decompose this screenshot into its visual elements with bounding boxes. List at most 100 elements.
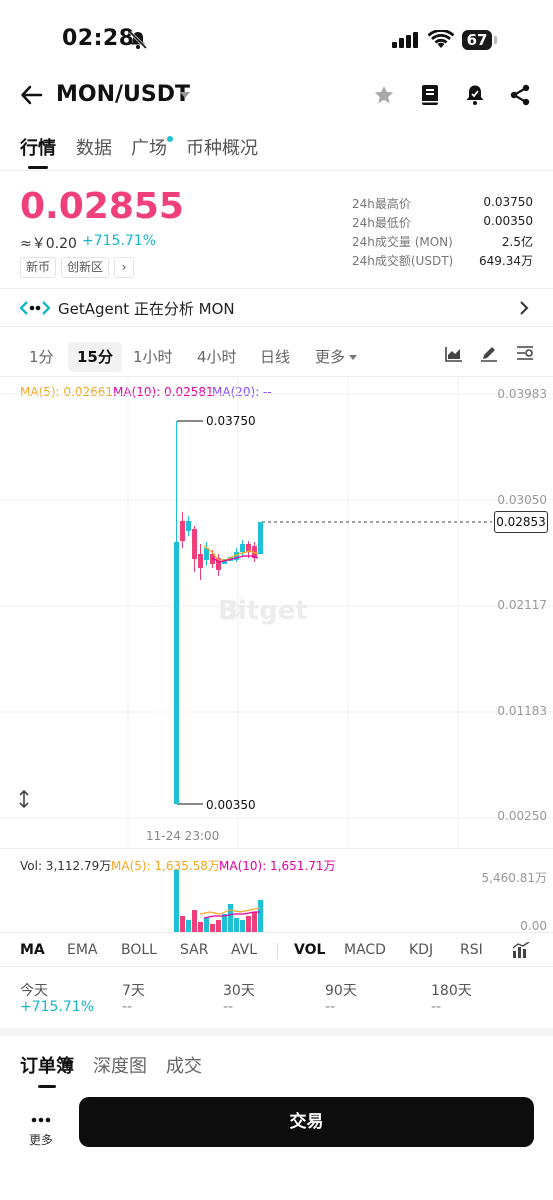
indicator-vol[interactable]: VOL xyxy=(294,942,325,958)
indicator-ema[interactable]: EMA xyxy=(67,942,98,958)
price-axis-label: 0.01183 xyxy=(497,704,547,718)
pair-selector[interactable]: MON/USDT xyxy=(56,82,190,107)
indicator-kdj[interactable]: KDJ xyxy=(409,942,433,958)
tab-coin-overview[interactable]: 币种概况 xyxy=(186,134,258,160)
getagent-link[interactable]: GetAgent 正在分析 MON xyxy=(58,298,235,319)
section-separator xyxy=(0,1028,553,1036)
price-axis-label: 0.02117 xyxy=(497,598,547,612)
draw-tool-icon[interactable] xyxy=(480,344,498,366)
chart-settings-icon[interactable] xyxy=(516,345,534,365)
chevron-right-icon[interactable]: › xyxy=(114,257,134,278)
candle xyxy=(240,544,245,552)
bottom-tab-underline xyxy=(38,1085,56,1088)
volume-bar xyxy=(234,918,239,932)
tab-trades[interactable]: 成交 xyxy=(166,1052,202,1078)
wifi-icon xyxy=(427,29,455,54)
back-arrow-icon[interactable] xyxy=(20,83,44,111)
interval-1h[interactable]: 1小时 xyxy=(133,342,173,372)
more-dots-icon[interactable] xyxy=(31,1108,51,1127)
volume-bar xyxy=(204,918,209,932)
chevron-down-icon[interactable] xyxy=(180,92,190,98)
high-annotation: 0.03750 xyxy=(206,414,256,428)
notification-dot xyxy=(167,136,173,142)
volume-bar xyxy=(174,870,179,932)
tab-data[interactable]: 数据 xyxy=(76,134,112,160)
stat-label-volume: 24h成交量 (MON) xyxy=(352,235,453,249)
volume-bar xyxy=(258,900,263,932)
getagent-logo-icon xyxy=(19,300,51,320)
stat-value-low: 0.00350 xyxy=(483,214,533,228)
divider xyxy=(0,326,553,327)
tab-market[interactable]: 行情 xyxy=(20,134,56,160)
divider xyxy=(0,848,553,849)
expand-vertical-icon[interactable] xyxy=(16,789,32,812)
bell-off-icon xyxy=(128,30,148,54)
trade-button[interactable]: 交易 xyxy=(79,1097,534,1147)
indicator-boll[interactable]: BOLL xyxy=(121,942,157,958)
chevron-down-icon[interactable] xyxy=(349,355,357,360)
volume-bar xyxy=(186,920,191,932)
interval-4h[interactable]: 4小时 xyxy=(197,342,237,372)
indicator-sar[interactable]: SAR xyxy=(180,942,208,958)
interval-1d[interactable]: 日线 xyxy=(260,342,290,372)
indicator-ma[interactable]: MA xyxy=(20,942,45,958)
interval-more[interactable]: 更多 xyxy=(315,342,345,372)
perf-label-today: 今天 xyxy=(20,983,48,999)
star-icon[interactable] xyxy=(373,84,395,110)
interval-15m[interactable]: 15分 xyxy=(68,342,122,372)
candle xyxy=(198,554,203,568)
perf-value-today: +715.71% xyxy=(20,999,95,1015)
indicator-separator xyxy=(277,943,278,959)
tab-order-book[interactable]: 订单簿 xyxy=(20,1052,74,1078)
volume-bar xyxy=(192,910,197,932)
stat-label-turnover: 24h成交额(USDT) xyxy=(352,254,454,268)
perf-label-180d: 180天 xyxy=(431,983,472,999)
perf-value-180d: -- xyxy=(431,999,442,1015)
tab-square[interactable]: 广场 xyxy=(131,134,167,160)
chevron-right-icon[interactable] xyxy=(518,300,530,319)
indicator-macd[interactable]: MACD xyxy=(344,942,386,958)
stat-value-high: 0.03750 xyxy=(483,195,533,209)
alert-bell-icon[interactable] xyxy=(464,84,486,110)
interval-1m[interactable]: 1分 xyxy=(29,342,54,372)
stat-value-turnover: 649.34万 xyxy=(479,254,533,268)
stat-value-volume: 2.5亿 xyxy=(501,235,533,249)
change-percent: +715.71% xyxy=(82,233,157,249)
stat-label-high: 24h最高价 xyxy=(352,197,411,211)
tab-underline xyxy=(28,166,48,169)
perf-value-7d: -- xyxy=(122,999,133,1015)
divider xyxy=(0,288,553,289)
time-axis-label: 11-24 23:00 xyxy=(146,829,220,843)
perf-label-30d: 30天 xyxy=(223,983,255,999)
tab-depth-chart[interactable]: 深度图 xyxy=(93,1052,147,1078)
chart-type-icon[interactable] xyxy=(445,346,463,366)
volume-chart xyxy=(174,870,263,932)
volume-bar xyxy=(210,924,215,932)
divider xyxy=(0,932,553,933)
last-price: 0.02855 xyxy=(20,186,184,227)
book-icon[interactable] xyxy=(419,84,441,110)
status-time: 02:28 xyxy=(62,26,135,51)
more-label[interactable]: 更多 xyxy=(29,1131,53,1148)
indicator-avl[interactable]: AVL xyxy=(231,942,257,958)
candle xyxy=(258,522,263,554)
battery-indicator: 67 xyxy=(462,30,492,50)
volume-bars xyxy=(174,870,263,932)
current-price-tag: 0.02853 xyxy=(494,511,548,533)
candle xyxy=(174,542,179,804)
divider xyxy=(0,966,553,967)
cny-price: ≈￥0.20 xyxy=(20,236,77,252)
tag-innovation-zone[interactable]: 创新区 xyxy=(61,257,110,278)
price-axis-label: 0.03050 xyxy=(497,493,547,507)
share-icon[interactable] xyxy=(509,84,531,110)
indicator-settings-icon[interactable] xyxy=(512,941,530,963)
tag-new-coin[interactable]: 新币 xyxy=(20,257,57,278)
bitget-watermark: Bitget xyxy=(218,596,308,626)
candle xyxy=(180,521,185,541)
volume-bar xyxy=(222,914,227,932)
battery-tip xyxy=(494,36,497,44)
price-axis-label: 0.00250 xyxy=(497,809,547,823)
perf-value-30d: -- xyxy=(223,999,234,1015)
volume-bar xyxy=(180,916,185,932)
indicator-rsi[interactable]: RSI xyxy=(460,942,483,958)
